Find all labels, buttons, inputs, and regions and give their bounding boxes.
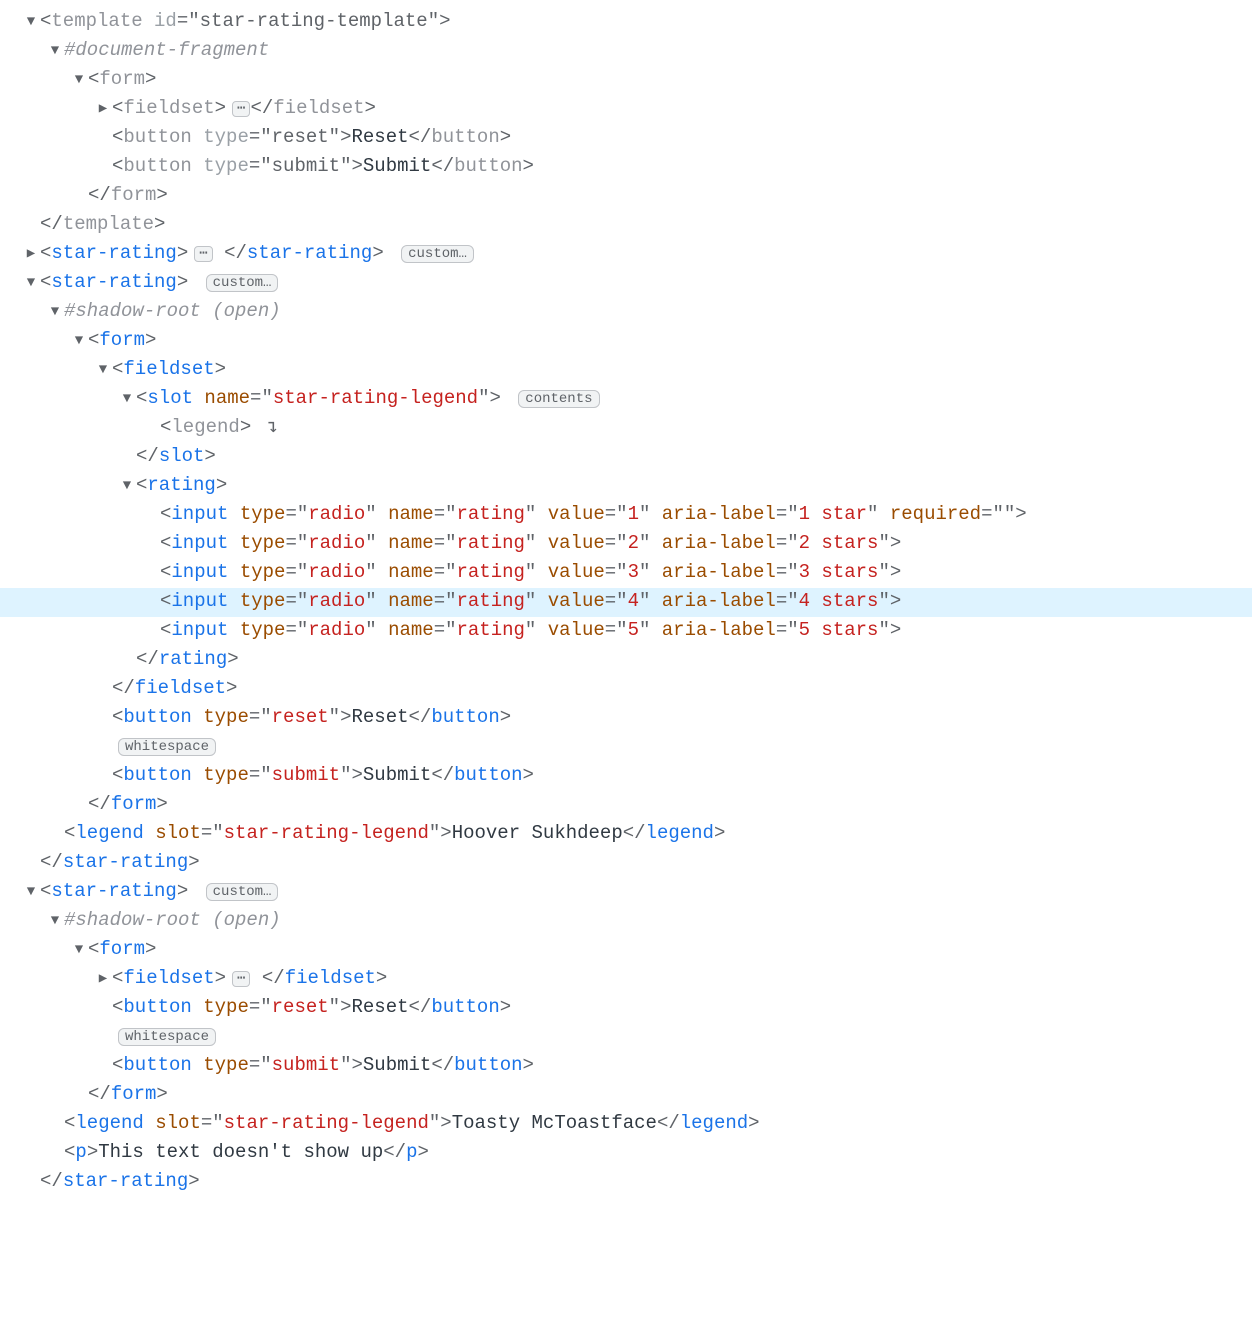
expand-toggle-closed-icon[interactable]: ▶: [96, 966, 110, 993]
document-fragment-label: #document-fragment: [64, 39, 269, 61]
template-button-submit[interactable]: ▼<button type="submit">Submit</button>: [0, 153, 1252, 182]
sr3-form-open[interactable]: ▼<form>: [0, 936, 1252, 965]
template-form-close[interactable]: ▼</form>: [0, 182, 1252, 211]
expand-toggle-closed-icon[interactable]: ▶: [24, 241, 38, 268]
expand-toggle-open-icon[interactable]: ▼: [120, 386, 134, 413]
ellipsis-badge[interactable]: ⋯: [232, 971, 250, 987]
expand-toggle-closed-icon[interactable]: ▶: [96, 96, 110, 123]
shadow-root-2[interactable]: ▼#shadow-root (open): [0, 298, 1252, 327]
sr2-slot-close[interactable]: ▼</slot>: [0, 443, 1252, 472]
sr3-legend-slotted[interactable]: ▼<legend slot="star-rating-legend">Toast…: [0, 1110, 1252, 1139]
shadow-root-3[interactable]: ▼#shadow-root (open): [0, 907, 1252, 936]
sr3-button-reset[interactable]: ▼<button type="reset">Reset</button>: [0, 994, 1252, 1023]
sr2-form-open[interactable]: ▼<form>: [0, 327, 1252, 356]
sr2-fieldset-close[interactable]: ▼</fieldset>: [0, 675, 1252, 704]
expand-toggle-open-icon[interactable]: ▼: [96, 357, 110, 384]
expand-toggle-open-icon[interactable]: ▼: [24, 270, 38, 297]
sr2-slot-legend[interactable]: ▼<legend> ↴: [0, 414, 1252, 443]
ellipsis-badge[interactable]: ⋯: [232, 101, 250, 117]
shadow-root-label: #shadow-root (open): [64, 909, 281, 931]
sr2-input-4[interactable]: ▼<input type="radio" name="rating" value…: [0, 588, 1252, 617]
sr2-legend-slotted[interactable]: ▼<legend slot="star-rating-legend">Hoove…: [0, 820, 1252, 849]
expand-toggle-open-icon[interactable]: ▼: [48, 38, 62, 65]
sr2-button-submit[interactable]: ▼<button type="submit">Submit</button>: [0, 762, 1252, 791]
sr3-form-close[interactable]: ▼</form>: [0, 1081, 1252, 1110]
sr2-whitespace[interactable]: ▼whitespace: [0, 733, 1252, 762]
sr2-rating-open[interactable]: ▼<rating>: [0, 472, 1252, 501]
expand-toggle-open-icon[interactable]: ▼: [48, 299, 62, 326]
template-open[interactable]: ▼<template id="star-rating-template">: [0, 8, 1252, 37]
expand-toggle-open-icon[interactable]: ▼: [72, 67, 86, 94]
sr2-button-reset[interactable]: ▼<button type="reset">Reset</button>: [0, 704, 1252, 733]
reveal-arrow-icon[interactable]: ↴: [255, 416, 278, 438]
sr2-input-3[interactable]: ▼<input type="radio" name="rating" value…: [0, 559, 1252, 588]
expand-toggle-open-icon[interactable]: ▼: [72, 937, 86, 964]
star-rating-2-close[interactable]: ▼</star-rating>: [0, 849, 1252, 878]
sr3-whitespace[interactable]: ▼whitespace: [0, 1023, 1252, 1052]
star-rating-1[interactable]: ▶<star-rating>⋯ </star-rating> custom…: [0, 240, 1252, 269]
sr3-fieldset[interactable]: ▶<fieldset>⋯ </fieldset>: [0, 965, 1252, 994]
sr2-input-2[interactable]: ▼<input type="radio" name="rating" value…: [0, 530, 1252, 559]
sr2-slot-open[interactable]: ▼<slot name="star-rating-legend"> conten…: [0, 385, 1252, 414]
sr3-paragraph[interactable]: ▼<p>This text doesn't show up</p>: [0, 1139, 1252, 1168]
template-fieldset[interactable]: ▶<fieldset>⋯</fieldset>: [0, 95, 1252, 124]
star-rating-3-close[interactable]: ▼</star-rating>: [0, 1168, 1252, 1197]
sr3-button-submit[interactable]: ▼<button type="submit">Submit</button>: [0, 1052, 1252, 1081]
custom-element-badge[interactable]: custom…: [206, 883, 279, 901]
expand-toggle-open-icon[interactable]: ▼: [48, 908, 62, 935]
template-button-reset[interactable]: ▼<button type="reset">Reset</button>: [0, 124, 1252, 153]
expand-toggle-open-icon[interactable]: ▼: [24, 9, 38, 36]
sr2-input-5[interactable]: ▼<input type="radio" name="rating" value…: [0, 617, 1252, 646]
expand-toggle-open-icon[interactable]: ▼: [72, 328, 86, 355]
slot-contents-badge[interactable]: contents: [518, 390, 599, 408]
sr2-form-close[interactable]: ▼</form>: [0, 791, 1252, 820]
custom-element-badge[interactable]: custom…: [401, 245, 474, 263]
template-form-open[interactable]: ▼<form>: [0, 66, 1252, 95]
sr2-fieldset-open[interactable]: ▼<fieldset>: [0, 356, 1252, 385]
expand-toggle-open-icon[interactable]: ▼: [24, 879, 38, 906]
sr2-rating-close[interactable]: ▼</rating>: [0, 646, 1252, 675]
document-fragment[interactable]: ▼#document-fragment: [0, 37, 1252, 66]
star-rating-2-open[interactable]: ▼<star-rating> custom…: [0, 269, 1252, 298]
sr2-input-1[interactable]: ▼<input type="radio" name="rating" value…: [0, 501, 1252, 530]
template-close[interactable]: ▼</template>: [0, 211, 1252, 240]
custom-element-badge[interactable]: custom…: [206, 274, 279, 292]
whitespace-badge[interactable]: whitespace: [118, 1028, 216, 1046]
ellipsis-badge[interactable]: ⋯: [194, 246, 212, 262]
shadow-root-label: #shadow-root (open): [64, 300, 281, 322]
expand-toggle-open-icon[interactable]: ▼: [120, 473, 134, 500]
star-rating-3-open[interactable]: ▼<star-rating> custom…: [0, 878, 1252, 907]
whitespace-badge[interactable]: whitespace: [118, 738, 216, 756]
